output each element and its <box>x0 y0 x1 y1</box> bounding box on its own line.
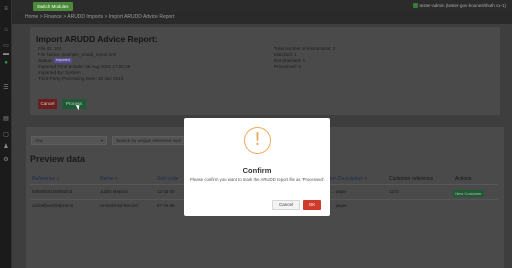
column-header-actions: Actions <box>455 176 472 182</box>
row-1-sort-code: 12-33-34 <box>157 189 175 194</box>
row-2-description: … paper <box>330 203 347 208</box>
avatar <box>413 3 419 9</box>
column-label: Sort code <box>157 176 179 182</box>
row-1-description: … paper <box>330 189 347 194</box>
column-header-reference[interactable]: Reference⇅ <box>32 176 59 182</box>
new-customer-button[interactable]: New Customer <box>453 190 484 197</box>
dialog-title: Confirm <box>242 166 272 175</box>
list-icon[interactable]: ☰ <box>2 85 10 91</box>
third-party-date: Third Party Processing Date: 30 Jan 2018 <box>38 76 124 81</box>
folder-icon[interactable]: ▢ <box>2 132 10 138</box>
row-2-name: Unmatched Record <box>100 203 138 208</box>
column-label: ion Description <box>330 176 364 182</box>
row-1-name: Judith Mayard <box>100 189 128 194</box>
settings-icon[interactable]: ⚙ <box>2 157 10 163</box>
users-icon[interactable]: ♟ <box>2 144 10 150</box>
user-label: tester-admin (tester-gov-bouneshhuth cx-… <box>419 3 506 8</box>
switch-modules-button[interactable]: Switch Modules <box>33 2 73 11</box>
row-2-reference: u81b6fjwx0zMpz2mn <box>32 203 74 208</box>
row-1-reference: 92b66f40109af8af4d <box>32 189 73 194</box>
column-label: Name <box>100 176 114 182</box>
status-badge: Imported <box>53 58 72 64</box>
process-button[interactable]: Process <box>62 99 86 109</box>
sort-icon: ⇅ <box>56 176 60 181</box>
chat-icon[interactable]: ▭ <box>2 43 10 49</box>
dialog-message: Please confirm you want to mark the ARUD… <box>190 177 325 182</box>
column-header-sort-code[interactable]: Sort code <box>157 176 178 182</box>
cancel-button[interactable]: Cancel <box>38 99 57 109</box>
column-header-description[interactable]: ion Description⇅ <box>330 176 367 182</box>
page-title: Import ARUDD Advice Report: <box>36 34 158 44</box>
match-filter-value: Any <box>35 138 43 143</box>
row-1-customer-reference: 1273 <box>389 189 399 194</box>
top-bar: Switch Modules tester-admin (tester-gov-… <box>12 0 512 12</box>
warning-icon: ! <box>244 127 271 154</box>
dialog-cancel-button[interactable]: Cancel <box>272 200 300 210</box>
processed-count: Processed: 0 <box>274 64 301 69</box>
status-label: Status: <box>38 58 53 63</box>
check-circle-icon[interactable]: ● <box>2 60 10 66</box>
column-header-customer-reference: Customer reference <box>389 176 434 182</box>
home-icon[interactable]: ⌂ <box>2 27 10 33</box>
menu-icon[interactable]: ≡ <box>2 6 10 12</box>
column-label: Reference <box>32 176 56 182</box>
match-filter-select[interactable]: Any ▾ <box>31 136 107 145</box>
column-header-name[interactable]: Name⇅ <box>100 176 118 182</box>
left-rail: ≡ ⌂ ▭ ▬ ● ☰ ▤ ▢ ♟ ⚙ <box>0 0 12 268</box>
preview-title: Preview data <box>30 154 86 164</box>
sort-icon: ⇅ <box>364 176 368 181</box>
chevron-down-icon: ▾ <box>100 138 103 143</box>
breadcrumb: Home > Finance > ARUDD Imports > Import … <box>25 14 175 20</box>
row-2-sort-code: 87-76-65 <box>157 203 175 208</box>
card-icon[interactable]: ▬ <box>2 51 10 57</box>
user-menu[interactable]: tester-admin (tester-gov-bouneshhuth cx-… <box>413 2 506 10</box>
dialog-ok-button[interactable]: OK <box>303 200 321 210</box>
sort-icon: ⇅ <box>114 176 118 181</box>
document-icon[interactable]: ▤ <box>2 116 10 122</box>
